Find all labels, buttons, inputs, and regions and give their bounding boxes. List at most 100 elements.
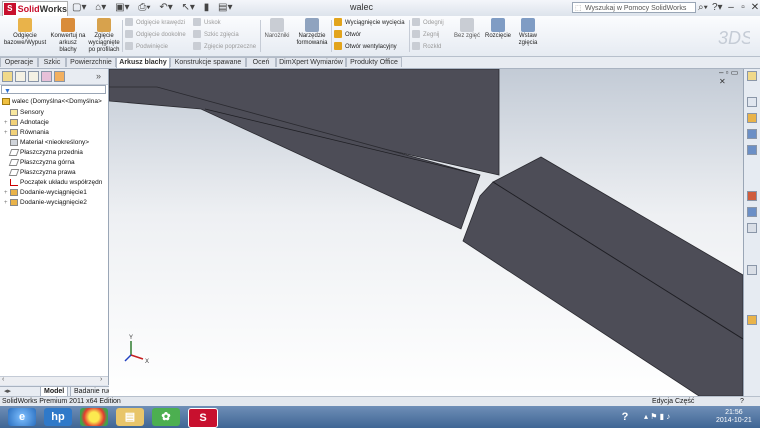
tree-item-origin[interactable]: Początek układu współrzędn [4,178,102,187]
no-bends-button[interactable]: Bez zgięć [452,18,482,40]
cross-break-button[interactable]: Zgięcie poprzeczne [193,42,256,52]
lofted-bend-button[interactable]: Zgięcie wyciągnięte po profilach [86,18,122,54]
expand-panel-icon[interactable]: » [96,71,101,81]
tree-item-sensory[interactable]: Sensory [4,108,44,117]
search-button-icon[interactable]: ⌕▾ [698,2,708,14]
new-document-icon[interactable]: ▢▾ [72,2,86,13]
corners-button[interactable]: Narożniki [263,18,291,40]
help-tray-icon[interactable]: ? [616,408,634,426]
solidworks-taskbar-icon[interactable]: S [188,408,218,428]
annotations-icon [10,118,18,126]
tree-item-plane-right[interactable]: Płaszczyzna prawa [4,168,76,177]
extruded-cut-button[interactable]: Wyciągnięcie wycięcia [334,18,405,28]
bottom-tabs-nav-icon[interactable]: ◂▸ [4,387,11,395]
print-icon[interactable]: ⎙▾ [138,2,150,13]
property-manager-tab-icon[interactable] [15,71,26,82]
plane-icon [8,148,20,156]
clock-time: 21:56 [725,409,743,416]
dimxpert-manager-tab-icon[interactable] [41,71,52,82]
tab-arkusz-blachy[interactable]: Arkusz blachy [116,57,170,68]
close-icon[interactable]: ✕ [749,1,760,14]
plane-icon [8,158,20,166]
task-pane-collapse-icon[interactable] [747,265,757,275]
help-icon[interactable]: ?▾ [712,2,723,14]
tree-item-adnotacje[interactable]: + Adnotacje [4,118,49,128]
base-flange-icon [18,18,32,32]
tree-root[interactable]: walec (Domyślna<<Domyślna> [2,97,102,106]
tab-dimxpert[interactable]: DimXpert Wymiarów [276,57,346,67]
unfold-button[interactable]: Odegnij [412,18,444,28]
tab-szkic[interactable]: Szkic [38,57,66,67]
forming-tool-button[interactable]: Narzędzie formowania [295,18,329,47]
task-pane-extra-icon[interactable] [747,315,757,325]
taskbar-clock[interactable]: 21:56 2014-10-21 [716,409,752,425]
system-tray-icons[interactable]: ▴ ⚑ ▮ ♪ [644,412,670,421]
origin-icon [10,178,18,186]
command-manager-ribbon: Odgięcie bazowe/Wypust Konwertuj na arku… [0,16,760,57]
window-title: walec [350,2,374,12]
resources-icon[interactable] [747,97,757,107]
convert-sheet-metal-button[interactable]: Konwertuj na arkusz blachy [50,18,86,54]
hp-icon[interactable]: hp [44,408,72,426]
custom-properties-icon[interactable] [747,207,757,217]
graphics-viewport[interactable]: ⌕ ⊕ ↺ ◧ ▣▾ ◨▾ ◔▾ ●▾ ◐▾ ▭▾ – ▫ ▭ ✕ Y X [109,69,743,396]
tree-item-plane-front[interactable]: Płaszczyzna przednia [4,148,83,157]
flatten-button[interactable]: Rozkłd [412,42,441,52]
title-bar: S SolidWorks ▢▾ ⌂▾ ▣▾ ⎙▾ ↶▾ ↖▾ ▮ ▤▾ wale… [0,0,760,17]
solidworks-logo[interactable]: S SolidWorks [2,1,68,17]
icq-icon[interactable]: ✿ [152,408,180,426]
tree-item-extrude1[interactable]: + Dodanie-wyciągnięcie1 [4,188,87,198]
task-pane-home-icon[interactable] [747,71,757,81]
undo-icon[interactable]: ↶▾ [159,2,172,13]
file-explorer-icon[interactable] [747,129,757,139]
view-palette-icon[interactable] [747,145,757,155]
tree-item-material[interactable]: Materiał <nieokreślony> [4,138,89,147]
corners-icon [270,18,284,32]
chrome-icon[interactable] [80,408,108,426]
tab-powierzchnie[interactable]: Powierzchnie [66,57,116,67]
tab-produkty-office[interactable]: Produkty Office [346,57,402,67]
minimize-icon[interactable]: – [725,1,737,14]
tab-ocen[interactable]: Oceń [246,57,276,67]
solidworks-forum-icon[interactable] [747,223,757,233]
rebuild-icon[interactable]: ▮ [204,2,210,13]
file-explorer-taskbar-icon[interactable]: ▤ [116,408,144,426]
tree-item-rownania[interactable]: + Równania [4,128,49,138]
base-flange-button[interactable]: Odgięcie bazowe/Wypust [2,18,48,47]
edge-flange-button[interactable]: Odgięcie krawędzi [125,18,185,28]
no-bends-icon [460,18,474,32]
scroll-right-icon[interactable]: › [100,376,102,383]
jog-button[interactable]: Uskok [193,18,221,28]
design-library-icon[interactable] [747,113,757,123]
help-search-input[interactable]: Wyszukaj w Pomocy SolidWorks [572,2,696,14]
open-folder-icon[interactable]: ⌂▾ [95,2,106,13]
start-internet-explorer-icon[interactable]: e [8,408,36,426]
fold-button[interactable]: Zegnij [412,30,439,40]
panel-horizontal-scrollbar[interactable]: ‹ › [0,376,108,385]
insert-bends-button[interactable]: Wstaw zgięcia [514,18,542,47]
tree-item-plane-top[interactable]: Płaszczyzna górna [4,158,75,167]
scroll-left-icon[interactable]: ‹ [2,376,4,383]
appearances-icon[interactable] [747,191,757,201]
restore-icon[interactable]: ▫ [737,1,749,14]
extruded-cut-icon [334,18,342,27]
sketched-bend-button[interactable]: Szkic zgięcia [193,30,239,40]
feature-manager-tab-icon[interactable] [2,71,13,82]
tree-filter-input[interactable]: ▼ [1,85,106,95]
miter-flange-button[interactable]: Odgięcie dookolne [125,30,186,40]
tree-item-extrude2[interactable]: + Dodanie-wyciągnięcie2 [4,198,87,208]
display-manager-tab-icon[interactable] [54,71,65,82]
tab-operacje[interactable]: Operacje [0,57,38,67]
insert-bends-icon [521,18,535,32]
tab-konstrukcje-spawane[interactable]: Konstrukcje spawane [170,57,246,67]
rip-button[interactable]: Rozcięcie [484,18,512,40]
sensors-icon [10,108,18,116]
triad-axis-indicator: Y X [124,335,149,365]
vent-button[interactable]: Otwór wentylacyjny [334,42,397,52]
hem-button[interactable]: Podwinięcie [125,42,168,52]
save-icon[interactable]: ▣▾ [115,2,129,13]
hole-button[interactable]: Otwór [334,30,361,40]
options-icon[interactable]: ▤▾ [218,2,232,13]
select-icon[interactable]: ↖▾ [182,2,195,13]
configuration-manager-tab-icon[interactable] [28,71,39,82]
